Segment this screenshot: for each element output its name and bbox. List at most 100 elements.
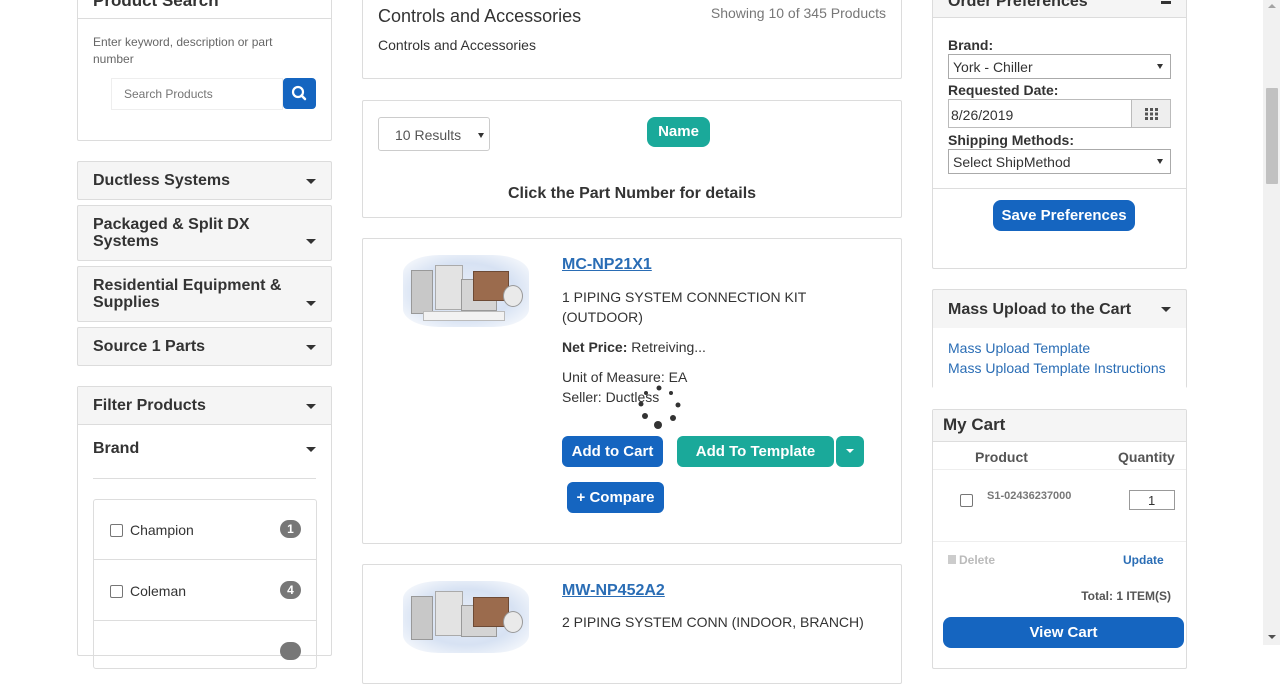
- page-scrollbar[interactable]: [1263, 0, 1280, 645]
- shipping-methods-label: Shipping Methods:: [948, 132, 1074, 148]
- brand-select-value: York - Chiller: [953, 59, 1033, 75]
- my-cart-header: My Cart: [933, 410, 1186, 442]
- view-cart-button[interactable]: View Cart: [943, 617, 1184, 648]
- chevron-down-icon: [306, 447, 316, 452]
- category-label: Source 1 Parts: [93, 338, 206, 355]
- add-to-template-button[interactable]: Add To Template: [677, 436, 834, 467]
- sort-name-button[interactable]: Name: [647, 117, 710, 147]
- mass-upload-header[interactable]: Mass Upload to the Cart: [933, 290, 1186, 328]
- scroll-down-arrow-icon[interactable]: [1268, 635, 1276, 639]
- scroll-up-arrow-icon[interactable]: [1268, 4, 1276, 8]
- scrollbar-thumb[interactable]: [1266, 88, 1278, 184]
- order-prefs-header[interactable]: Order Preferences: [933, 0, 1186, 18]
- brand-checkbox[interactable]: [110, 585, 123, 598]
- filter-title: Filter Products: [93, 397, 206, 414]
- product-image[interactable]: [403, 255, 529, 327]
- trash-icon: [948, 555, 956, 564]
- requested-date-value: 8/26/2019: [951, 107, 1014, 123]
- cart-col-product: Product: [975, 449, 1028, 465]
- brand-checkbox[interactable]: [110, 524, 123, 537]
- loading-spinner-icon: [638, 385, 681, 429]
- chevron-down-icon: [306, 239, 316, 244]
- product-search-panel: Product Search Enter keyword, descriptio…: [77, 0, 332, 141]
- chevron-down-icon: [478, 133, 484, 138]
- brand-title: Brand: [93, 440, 140, 457]
- requested-date-field[interactable]: 8/26/2019: [948, 99, 1132, 128]
- category-subtitle: Controls and Accessories: [378, 37, 536, 53]
- filter-header[interactable]: Filter Products: [78, 387, 331, 425]
- delete-label: Delete: [959, 553, 996, 567]
- list-item[interactable]: Coleman 4: [94, 561, 316, 621]
- order-prefs-title: Order Preferences: [948, 0, 1088, 10]
- part-number-link[interactable]: MC-NP21X1: [562, 256, 652, 274]
- product-card: MW-NP452A2 2 PIPING SYSTEM CONN (INDOOR,…: [362, 564, 902, 684]
- cart-col-quantity: Quantity: [1118, 449, 1175, 465]
- add-to-cart-button[interactable]: Add to Cart: [562, 436, 663, 467]
- product-search-title: Product Search: [93, 0, 219, 10]
- category-label: Ductless Systems: [93, 172, 230, 189]
- order-preferences-panel: Order Preferences Brand: York - Chiller …: [932, 0, 1187, 269]
- my-cart-title: My Cart: [943, 415, 1006, 434]
- search-input[interactable]: [111, 78, 283, 110]
- chevron-down-icon: [1161, 307, 1171, 312]
- brand-label: Coleman: [130, 583, 187, 599]
- shipping-select-value: Select ShipMethod: [953, 154, 1071, 170]
- category-source1[interactable]: Source 1 Parts: [77, 327, 332, 366]
- results-select-value: 10 Results: [395, 127, 462, 143]
- category-label: Residential Equipment & Supplies: [93, 277, 282, 311]
- chevron-down-icon: [306, 404, 316, 409]
- results-count: Showing 10 of 345 Products: [710, 5, 886, 21]
- requested-date-label: Requested Date:: [948, 82, 1059, 98]
- page-title: Controls and Accessories: [378, 6, 582, 26]
- product-card: MC-NP21X1 1 PIPING SYSTEM CONNECTION KIT…: [362, 238, 902, 544]
- calendar-icon: [1145, 108, 1158, 120]
- chevron-down-icon: [1157, 159, 1163, 164]
- template-dropdown-button[interactable]: [836, 436, 864, 467]
- count-badge: 1: [280, 520, 301, 538]
- category-label: Packaged & Split DX Systems: [93, 216, 250, 250]
- search-hint: Enter keyword, description or part numbe…: [93, 35, 273, 66]
- product-description: 2 PIPING SYSTEM CONN (INDOOR, BRANCH): [562, 614, 864, 630]
- cart-item-part: S1-02436237000: [987, 490, 1072, 502]
- compare-button[interactable]: + Compare: [567, 482, 664, 513]
- count-badge: 4: [280, 581, 301, 599]
- product-description: 1 PIPING SYSTEM CONNECTION KIT (OUTDOOR): [562, 289, 807, 325]
- cart-total: Total: 1 ITEM(S): [1081, 589, 1171, 603]
- part-number-link[interactable]: MW-NP452A2: [562, 582, 665, 600]
- shipping-methods-select[interactable]: Select ShipMethod: [948, 149, 1171, 174]
- category-packaged-split[interactable]: Packaged & Split DX Systems: [77, 205, 332, 261]
- search-button[interactable]: [283, 78, 316, 109]
- update-button[interactable]: Update: [1123, 553, 1164, 567]
- chevron-down-icon: [306, 179, 316, 184]
- delete-button[interactable]: Delete: [948, 553, 995, 567]
- calendar-button[interactable]: [1131, 99, 1171, 128]
- category-header-panel: Controls and Accessories Showing 10 of 3…: [362, 0, 902, 79]
- mass-upload-template-link[interactable]: Mass Upload Template: [948, 340, 1090, 356]
- mass-upload-instructions-link[interactable]: Mass Upload Template Instructions: [948, 360, 1166, 376]
- brand-label: Brand:: [948, 37, 994, 53]
- collapse-icon[interactable]: [1161, 1, 1171, 4]
- results-toolbar: 10 Results Name Click the Part Number fo…: [362, 100, 902, 218]
- chevron-down-icon: [1157, 64, 1163, 69]
- cart-item-checkbox[interactable]: [960, 494, 973, 507]
- chevron-down-icon: [306, 345, 316, 350]
- brand-filter-header[interactable]: Brand: [78, 425, 331, 475]
- mass-upload-title: Mass Upload to the Cart: [948, 301, 1132, 318]
- click-hint: Click the Part Number for details: [507, 185, 757, 202]
- mass-upload-panel: Mass Upload to the Cart Mass Upload Temp…: [932, 289, 1187, 388]
- my-cart-panel: My Cart Product Quantity S1-02436237000 …: [932, 409, 1187, 669]
- save-preferences-button[interactable]: Save Preferences: [993, 200, 1135, 231]
- results-per-page-select[interactable]: 10 Results: [378, 117, 490, 151]
- quantity-input[interactable]: 1: [1129, 490, 1175, 510]
- search-icon: [291, 85, 307, 101]
- product-image[interactable]: [403, 581, 529, 653]
- list-item[interactable]: Champion 1: [94, 500, 316, 560]
- brand-label: Champion: [130, 522, 194, 538]
- chevron-down-icon: [306, 301, 316, 306]
- category-ductless[interactable]: Ductless Systems: [77, 161, 332, 200]
- chevron-down-icon: [846, 449, 854, 453]
- brand-select[interactable]: York - Chiller: [948, 54, 1171, 79]
- net-price: Net Price: Retreiving...: [562, 339, 706, 355]
- category-residential[interactable]: Residential Equipment & Supplies: [77, 266, 332, 322]
- filter-panel: Filter Products Brand Champion 1 Coleman…: [77, 386, 332, 669]
